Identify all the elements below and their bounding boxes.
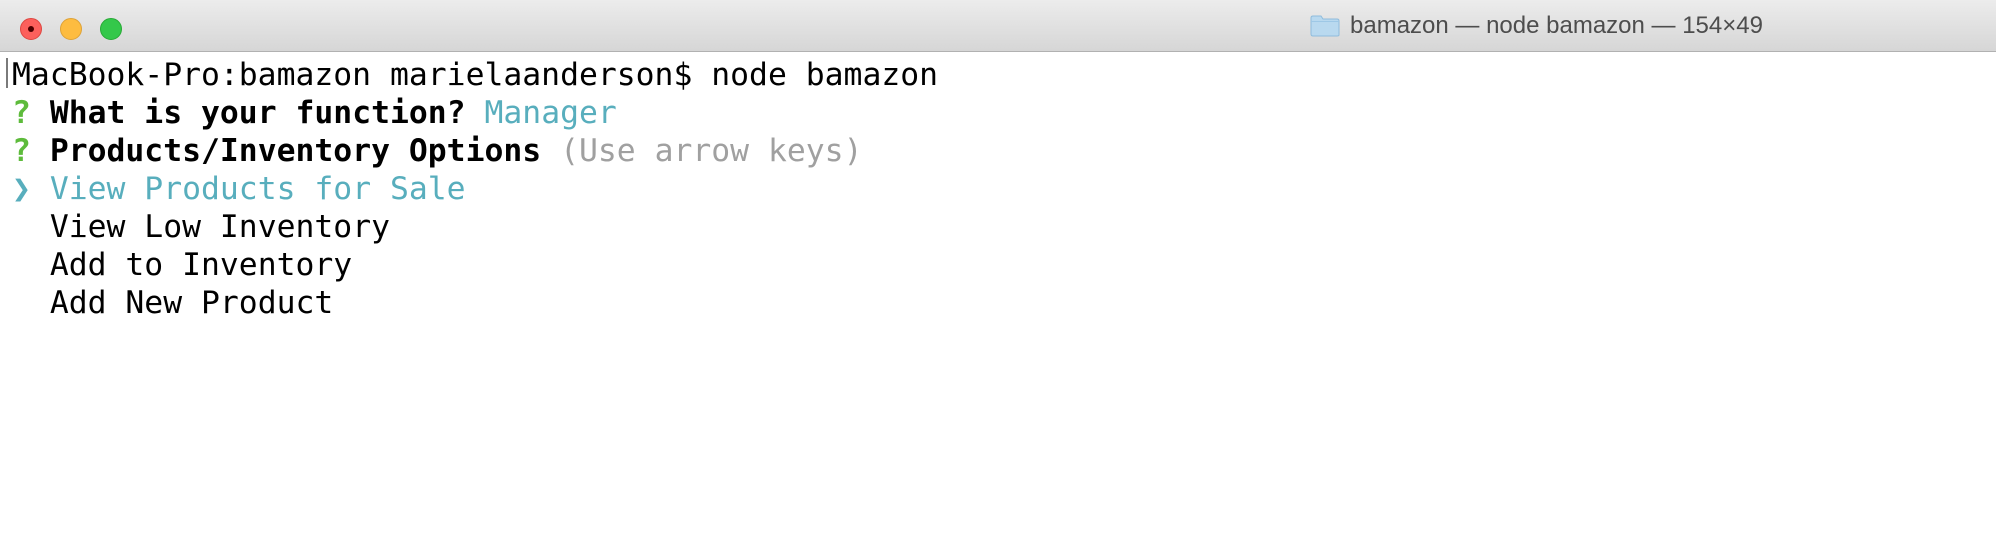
menu-option-label: View Products for Sale — [49, 171, 466, 207]
terminal-output[interactable]: MacBook-Pro:bamazon marielaanderson$ nod… — [0, 52, 1996, 536]
question-marker: ? — [12, 95, 31, 131]
question-options-hint: (Use arrow keys) — [560, 133, 863, 169]
chevron-right-icon: ❯ — [12, 171, 31, 207]
menu-option-label: Add to Inventory — [49, 247, 353, 283]
window-title-group: bamazon — node bamazon — 154×49 — [1310, 0, 1763, 52]
shell-prompt: MacBook-Pro:bamazon marielaanderson$ nod… — [12, 57, 939, 93]
window-title: bamazon — node bamazon — 154×49 — [1350, 12, 1763, 39]
title-bar[interactable]: bamazon — node bamazon — 154×49 — [0, 0, 1996, 52]
question-function-line: ? What is your function? Manager — [12, 94, 1996, 132]
menu-option-label: Add New Product — [49, 285, 334, 321]
minimize-button[interactable] — [60, 18, 82, 40]
question-marker: ? — [12, 133, 31, 169]
menu-option-selected[interactable]: ❯ View Products for Sale — [12, 170, 1996, 208]
close-icon — [28, 26, 34, 32]
menu-option[interactable]: Add New Product — [12, 284, 1996, 322]
shell-prompt-line: MacBook-Pro:bamazon marielaanderson$ nod… — [12, 56, 1996, 94]
folder-icon — [1310, 15, 1340, 37]
terminal-window: bamazon — node bamazon — 154×49 MacBook-… — [0, 0, 1996, 536]
menu-option-label: View Low Inventory — [49, 209, 390, 245]
question-function-text: What is your function? — [49, 95, 466, 131]
menu-option[interactable]: Add to Inventory — [12, 246, 1996, 284]
zoom-button[interactable] — [100, 18, 122, 40]
question-options-line: ? Products/Inventory Options (Use arrow … — [12, 132, 1996, 170]
question-options-text: Products/Inventory Options — [49, 133, 542, 169]
question-function-answer: Manager — [484, 95, 617, 131]
menu-option[interactable]: View Low Inventory — [12, 208, 1996, 246]
close-button[interactable] — [20, 18, 42, 40]
